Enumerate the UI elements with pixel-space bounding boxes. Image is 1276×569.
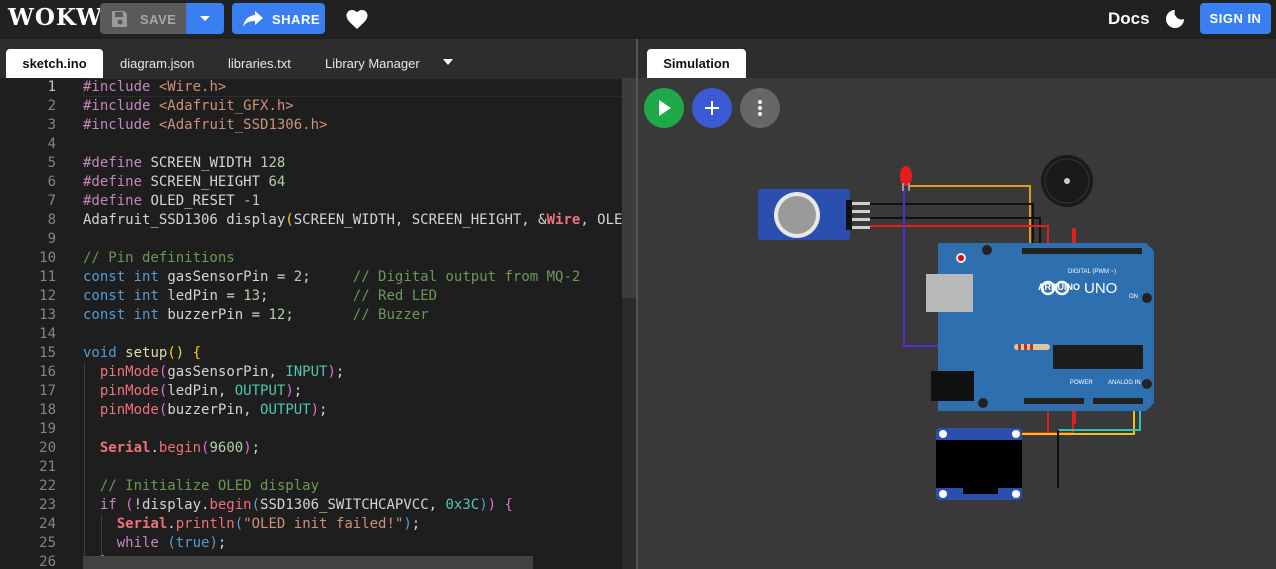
vertical-scrollbar-thumb[interactable]: [622, 78, 636, 298]
tabs-dropdown-icon[interactable]: [443, 59, 453, 65]
red-led[interactable]: [900, 166, 912, 191]
code-line: 22 // Initialize OLED display: [39, 478, 320, 494]
code-line: 13 const int buzzerPin = 12; // Buzzer: [39, 307, 429, 323]
code-line: 16 pinMode(gasSensorPin, INPUT);: [39, 364, 345, 380]
code-line: 12 const int ledPin = 13; // Red LED: [39, 288, 438, 304]
code-line: 21: [39, 459, 56, 475]
code-line: 2 #include <Adafruit_GFX.h>: [47, 98, 294, 114]
save-button[interactable]: SAVE: [100, 3, 186, 34]
buzzer[interactable]: [1041, 155, 1093, 207]
uno-label: UNO: [1084, 280, 1117, 297]
tab-diagram-json[interactable]: diagram.json: [120, 49, 194, 78]
arduino-uno-board[interactable]: ARDUINO UNO DIGITAL (PWM ~) ANALOG IN PO…: [926, 243, 1154, 411]
code-line: 14: [39, 326, 56, 342]
code-line: 5 #define SCREEN_WIDTH 128: [47, 155, 286, 171]
power-label: POWER: [1070, 380, 1093, 386]
tab-libraries-txt[interactable]: libraries.txt: [228, 49, 291, 78]
tab-library-manager[interactable]: Library Manager: [325, 49, 420, 78]
code-line: 18 pinMode(buzzerPin, OUTPUT);: [39, 402, 328, 418]
horizontal-scrollbar[interactable]: [83, 556, 533, 569]
code-line: 25 while (true);: [39, 535, 227, 551]
code-line: 9: [47, 231, 56, 247]
code-line: 7 #define OLED_RESET -1: [47, 193, 261, 209]
docs-link[interactable]: Docs: [1108, 9, 1150, 29]
code-line: 17 pinMode(ledPin, OUTPUT);: [39, 383, 303, 399]
code-editor[interactable]: 1 #include <Wire.h> 2 #include <Adafruit_G…: [0, 78, 636, 569]
code-line: 11 const int gasSensorPin = 2; // Digital…: [39, 269, 581, 285]
share-label: SHARE: [272, 12, 321, 27]
share-icon: [243, 11, 263, 27]
simulation-tab-bar: Simulation: [638, 39, 1276, 78]
heart-icon[interactable]: [345, 8, 369, 30]
code-line: 6 #define SCREEN_HEIGHT 64: [47, 174, 286, 190]
editor-tab-bar: sketch.ino diagram.json libraries.txt Li…: [0, 39, 636, 78]
dark-mode-icon[interactable]: [1164, 8, 1186, 30]
code-line: 24 Serial.println("OLED init failed!");: [39, 516, 421, 532]
share-button[interactable]: SHARE: [232, 3, 325, 34]
chevron-down-icon: [200, 16, 210, 21]
code-line: 4: [47, 136, 56, 152]
code-line: 15 void setup() {: [39, 345, 202, 361]
tab-simulation[interactable]: Simulation: [647, 49, 746, 78]
circuit-diagram: ARDUINO UNO DIGITAL (PWM ~) ANALOG IN PO…: [758, 155, 1154, 500]
sign-in-button[interactable]: SIGN IN: [1200, 3, 1271, 34]
code-line: 10// Pin definitions: [39, 250, 235, 266]
simulation-canvas[interactable]: ARDUINO UNO DIGITAL (PWM ~) ANALOG IN PO…: [638, 78, 1276, 569]
code-line: 1 #include <Wire.h>: [0, 78, 636, 97]
code-line: 19: [39, 421, 56, 437]
analog-label: ANALOG IN: [1108, 380, 1141, 386]
tab-sketch-ino[interactable]: sketch.ino: [6, 49, 103, 78]
code-line: 3 #include <Adafruit_SSD1306.h>: [47, 117, 328, 133]
save-label: SAVE: [140, 12, 177, 27]
top-bar: WOKWI SAVE SHARE Docs SIGN IN: [0, 0, 1276, 39]
oled-display[interactable]: [936, 428, 1022, 500]
save-icon: [112, 11, 127, 27]
code-line: 20 Serial.begin(9600);: [39, 440, 261, 456]
on-label: ON: [1129, 294, 1138, 300]
code-line: 8 Adafruit_SSD1306 display(SCREEN_WIDTH, …: [47, 212, 636, 228]
wokwi-logo[interactable]: WOKWI: [8, 4, 115, 31]
save-dropdown-button[interactable]: [186, 3, 224, 34]
code-line: 23 if (!display.begin(SSD1306_SWITCHCAPV…: [39, 497, 513, 513]
digital-label: DIGITAL (PWM ~): [1068, 269, 1116, 275]
mq2-gas-sensor[interactable]: [758, 189, 870, 240]
